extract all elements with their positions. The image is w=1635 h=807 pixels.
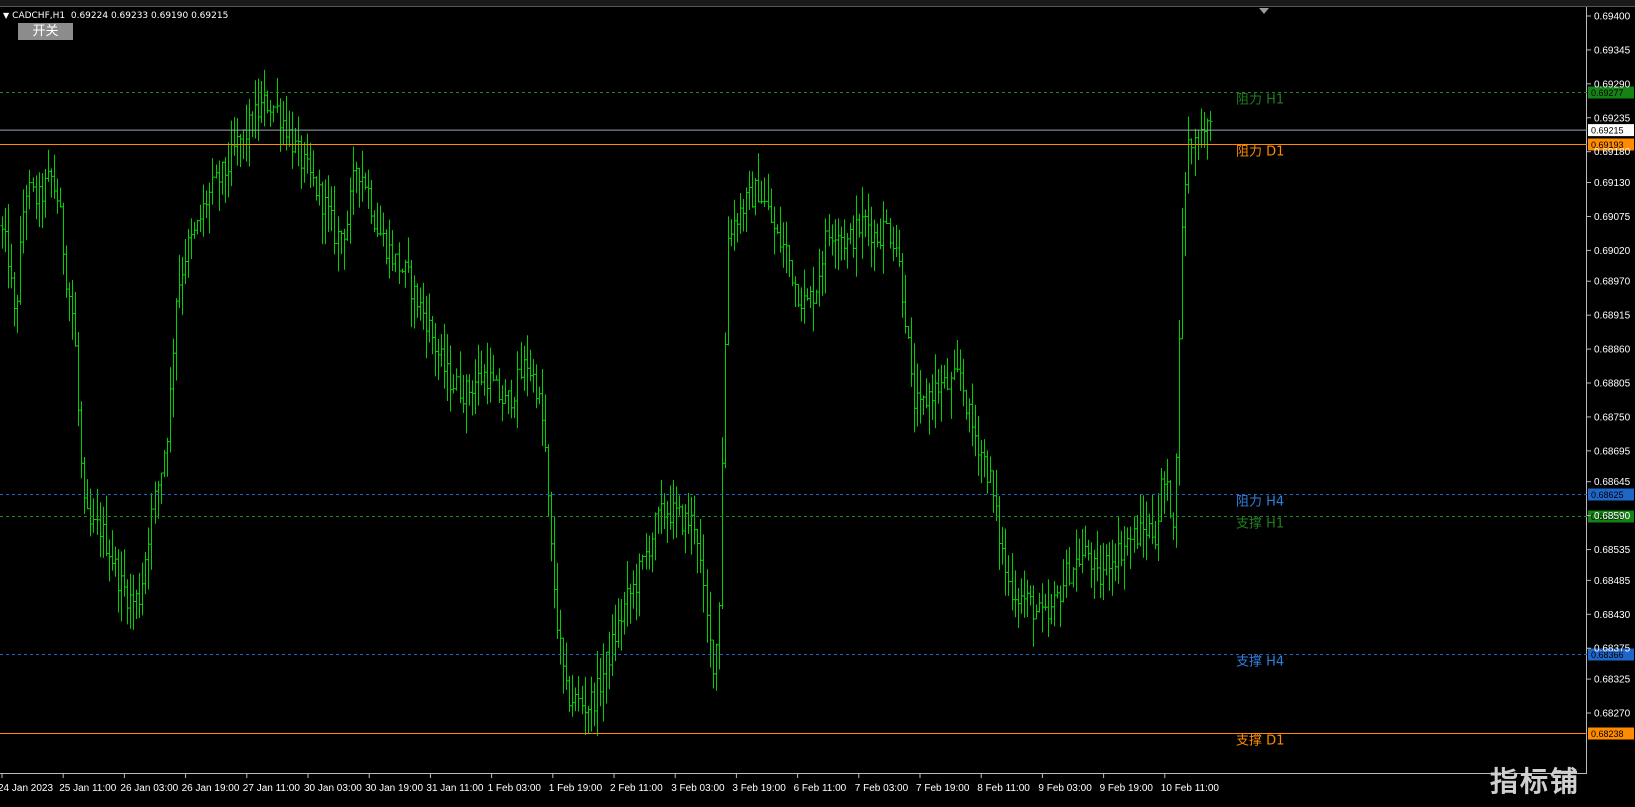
price-chart[interactable]: 0.69215阻力 H1 0.69277阻力 D1 0.69193阻力 H4 0.68…: [0, 0, 1635, 807]
x-tick-label: 2 Feb 11:00: [610, 783, 663, 794]
x-tick-label: 25 Jan 11:00: [59, 783, 117, 794]
y-tick-label: 0.68970: [1594, 277, 1631, 288]
y-tick-label: 0.68590: [1594, 511, 1631, 522]
x-tick-label: 27 Jan 11:00: [243, 783, 301, 794]
level-price-value: 0.68625: [1591, 490, 1624, 500]
symbol-label: CADCHF,H1: [12, 11, 66, 21]
level-label: 支撑 D1: [1236, 734, 1284, 749]
x-tick-label: 3 Feb 03:00: [671, 783, 725, 794]
x-tick-label: 1 Feb 03:00: [488, 783, 542, 794]
y-tick-label: 0.69180: [1594, 147, 1631, 158]
y-tick-label: 0.68750: [1594, 412, 1631, 423]
y-tick-label: 0.68325: [1594, 675, 1631, 686]
y-tick-label: 0.68695: [1594, 446, 1631, 457]
level-price-tag: 0.68625: [1588, 488, 1634, 501]
watermark-logo: 指标铺: [1490, 765, 1581, 798]
y-tick-label: 0.68805: [1594, 379, 1631, 390]
level-label: 支撑 H1: [1236, 517, 1284, 532]
x-tick-label: 7 Feb 03:00: [855, 783, 909, 794]
x-tick-label: 6 Feb 11:00: [794, 783, 847, 794]
current-price-tag: 0.69215: [1588, 124, 1634, 137]
level-price-value: 0.68238: [1591, 729, 1624, 739]
y-tick-label: 0.69400: [1594, 12, 1631, 23]
y-tick-label: 0.69020: [1594, 246, 1631, 257]
y-tick-label: 0.69235: [1594, 113, 1631, 124]
y-tick-label: 0.69075: [1594, 212, 1631, 223]
x-tick-label: 30 Jan 19:00: [365, 783, 423, 794]
x-tick-label: 9 Feb 03:00: [1038, 783, 1092, 794]
toggle-button[interactable]: 开关: [18, 23, 73, 40]
level-label: 支撑 H4: [1236, 655, 1284, 670]
x-tick-label: 30 Jan 03:00: [304, 783, 362, 794]
y-tick-label: 0.68270: [1594, 709, 1631, 720]
level-label: 阻力 H1: [1236, 93, 1284, 108]
x-tick-label: 31 Jan 11:00: [426, 783, 484, 794]
y-tick-label: 0.68645: [1594, 477, 1631, 488]
ohlc-bars: [0, 69, 1213, 737]
y-tick-label: 0.69130: [1594, 178, 1631, 189]
y-tick-label: 0.68485: [1594, 576, 1631, 587]
y-tick-label: 0.68375: [1594, 644, 1631, 655]
current-price-value: 0.69215: [1591, 126, 1624, 136]
x-tick-label: 9 Feb 19:00: [1100, 783, 1154, 794]
time-axis: 24 Jan 2023 25 Jan 11:00 26 Jan 03:00 26 Ja…: [0, 774, 1219, 794]
chart-shift-marker-icon[interactable]: [1259, 8, 1269, 14]
y-tick-label: 0.68915: [1594, 311, 1631, 322]
price-axis: 0.69400 0.69345 0.69290 0.69235 0.69180 0.691…: [1587, 12, 1631, 720]
y-tick-label: 0.69290: [1594, 79, 1631, 90]
level-lines: 0.69215阻力 H1 0.69277阻力 D1 0.69193阻力 H4 0.68…: [0, 86, 1634, 749]
level-label: 阻力 D1: [1236, 145, 1284, 160]
dropdown-triangle-icon[interactable]: ▼: [3, 11, 9, 20]
x-tick-label: 3 Feb 19:00: [732, 783, 786, 794]
y-tick-label: 0.68535: [1594, 545, 1631, 556]
x-tick-label: 26 Jan 19:00: [182, 783, 240, 794]
x-tick-label: 8 Feb 11:00: [977, 783, 1030, 794]
y-tick-label: 0.68430: [1594, 610, 1631, 621]
chart-title: ▼ CADCHF,H1 0.69224 0.69233 0.69190 0.692…: [3, 11, 228, 21]
ohlc-readout: 0.69224 0.69233 0.69190 0.69215: [70, 11, 229, 21]
y-tick-label: 0.69345: [1594, 45, 1631, 56]
y-tick-label: 0.68860: [1594, 345, 1631, 356]
x-tick-label: 7 Feb 19:00: [916, 783, 970, 794]
level-price-tag: 0.68238: [1588, 727, 1634, 740]
x-tick-label: 1 Feb 19:00: [549, 783, 603, 794]
x-tick-label: 24 Jan 2023: [0, 783, 53, 794]
x-tick-label: 10 Feb 11:00: [1161, 783, 1220, 794]
x-tick-label: 26 Jan 03:00: [120, 783, 178, 794]
level-label: 阻力 H4: [1236, 495, 1284, 510]
